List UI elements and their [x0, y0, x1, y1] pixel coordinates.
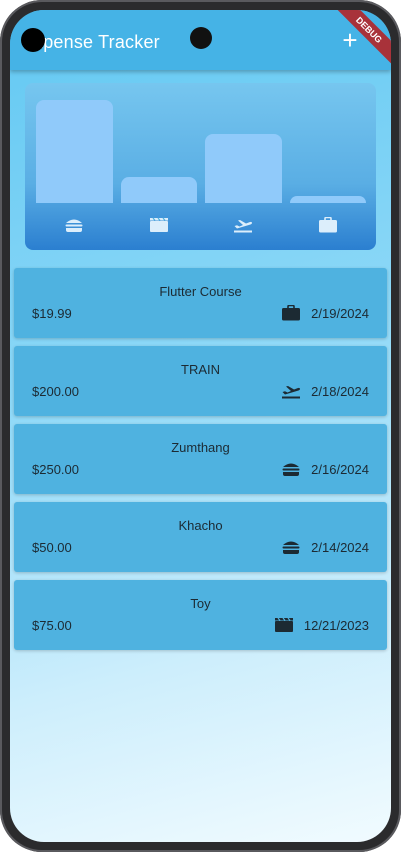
chart-bar-column-travel [205, 93, 282, 203]
expense-item[interactable]: TRAIN $200.00 2/18/2024 [14, 346, 387, 416]
expense-date: 2/16/2024 [311, 461, 369, 477]
chart-bar-travel [205, 133, 282, 203]
expense-title: TRAIN [181, 362, 220, 377]
app-title: xpense Tracker [34, 32, 160, 52]
expense-amount: $19.99 [32, 306, 72, 321]
add-expense-button[interactable]: + [339, 27, 361, 53]
expense-item[interactable]: Flutter Course $19.99 2/19/2024 [14, 268, 387, 338]
expense-title: Flutter Course [159, 284, 242, 299]
phone-frame: xpense Tracker + DEBUG Flutter Course $1… [0, 0, 401, 852]
expense-date: 2/18/2024 [311, 383, 369, 399]
front-camera [190, 27, 212, 49]
expense-item[interactable]: Toy $75.00 12/21/2023 [14, 580, 387, 650]
expense-meta: 2/16/2024 [281, 460, 369, 478]
briefcase-icon [281, 304, 301, 322]
expense-meta: 2/19/2024 [281, 304, 369, 322]
expense-title: Khacho [178, 518, 223, 533]
chart-category-icons [36, 213, 366, 237]
expense-meta: 2/18/2024 [281, 382, 369, 400]
expense-title: Zumthang [171, 440, 230, 455]
expense-date: 12/21/2023 [303, 617, 369, 633]
app-screen: xpense Tracker + DEBUG Flutter Course $1… [10, 10, 391, 842]
expense-amount: $50.00 [32, 540, 72, 555]
flight-takeoff-icon [281, 382, 301, 400]
expense-list: Flutter Course $19.99 2/19/2024 TRAIN $200.… [14, 268, 387, 658]
burger-icon [281, 460, 301, 478]
flight-takeoff-icon [205, 213, 282, 237]
expense-date: 2/19/2024 [311, 305, 369, 321]
briefcase-icon [290, 213, 367, 237]
chart-bar-food [36, 99, 113, 203]
expense-meta: 12/21/2023 [274, 616, 369, 634]
chart-bar-column-work [289, 93, 366, 203]
expense-date: 2/14/2024 [311, 539, 369, 555]
expense-amount: $250.00 [32, 462, 79, 477]
movie-icon [121, 213, 198, 237]
chart-bar-leisure [120, 176, 197, 203]
expense-item[interactable]: Zumthang $250.00 2/16/2024 [14, 424, 387, 494]
expense-title: Toy [190, 596, 211, 611]
expense-meta: 2/14/2024 [281, 538, 369, 556]
expense-amount: $75.00 [32, 618, 72, 633]
expense-chart [25, 83, 376, 250]
chart-bar-column-leisure [120, 93, 197, 203]
burger-icon [281, 538, 301, 556]
chart-bars [36, 93, 366, 203]
camera-dot-left [21, 28, 45, 52]
expense-item[interactable]: Khacho $50.00 2/14/2024 [14, 502, 387, 572]
movie-icon [274, 616, 294, 634]
chart-bar-work [289, 196, 366, 203]
expense-amount: $200.00 [32, 384, 79, 399]
burger-icon [36, 213, 113, 237]
chart-bar-column-food [36, 93, 113, 203]
